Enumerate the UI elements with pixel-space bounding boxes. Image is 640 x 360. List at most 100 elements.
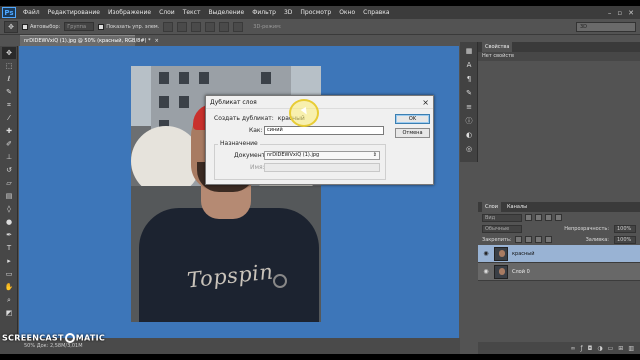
brush-tool-icon[interactable]: ✐	[2, 138, 16, 150]
adjustments-icon[interactable]: ◐	[463, 130, 475, 140]
eraser-tool-icon[interactable]: ▱	[2, 177, 16, 189]
workspace-select[interactable]: 3D	[576, 22, 636, 32]
opacity-field[interactable]: 100%	[614, 224, 636, 233]
path-select-tool-icon[interactable]: ▸	[2, 255, 16, 267]
align-middle-icon[interactable]	[177, 21, 188, 32]
mask-icon[interactable]: ◘	[588, 345, 593, 352]
gradient-tool-icon[interactable]: ▤	[2, 190, 16, 202]
layer-row[interactable]: ◉ красный	[478, 245, 640, 263]
trash-icon[interactable]: ▥	[628, 345, 634, 352]
watermark-record-icon	[64, 333, 75, 343]
quick-select-tool-icon[interactable]: ✎	[2, 86, 16, 98]
tab-channels[interactable]: Каналы	[507, 202, 527, 212]
history-brush-tool-icon[interactable]: ↺	[2, 164, 16, 176]
menu-file[interactable]: Файл	[19, 6, 44, 19]
document-label: Документ:	[234, 152, 268, 159]
menu-filter[interactable]: Фильтр	[248, 6, 280, 19]
menu-3d[interactable]: 3D	[280, 6, 296, 19]
history-icon[interactable]: ▦	[463, 46, 475, 56]
marquee-tool-icon[interactable]: ⬚	[2, 60, 16, 72]
autoselect-target-select[interactable]: Группа	[64, 22, 95, 31]
document-canvas[interactable]: Topspin	[19, 46, 459, 338]
cancel-button[interactable]: Отмена	[395, 128, 430, 138]
menu-layers[interactable]: Слои	[155, 6, 179, 19]
eye-icon[interactable]: ◉	[482, 268, 490, 275]
align-bottom-icon[interactable]	[191, 21, 202, 32]
zoom-tool-icon[interactable]: ⌕	[2, 294, 16, 306]
lock-pixels-icon[interactable]	[524, 236, 532, 243]
blend-mode-select[interactable]: Обычные	[482, 224, 522, 233]
dialog-close-icon[interactable]: ×	[422, 96, 429, 109]
document-tab[interactable]: nrDIDEWVxiQ (1).jpg @ 50% (красный, RGB/…	[20, 35, 159, 46]
chevron-updown-icon: ⇕	[372, 152, 377, 158]
tab-layers[interactable]: Слои	[482, 202, 501, 212]
filter-shape-icon[interactable]	[555, 214, 562, 221]
document-name-input[interactable]	[264, 163, 380, 172]
mode-3d-label: 3D-режим:	[253, 23, 282, 30]
brush-presets-icon[interactable]: ✎	[463, 88, 475, 98]
lock-position-icon[interactable]	[534, 236, 542, 243]
align-left-icon[interactable]	[205, 21, 216, 32]
eyedropper-tool-icon[interactable]: ⁄	[2, 112, 16, 124]
menu-select[interactable]: Выделение	[204, 6, 248, 19]
duplicate-as-row: Как:	[249, 127, 263, 134]
layer-name-input[interactable]: синий	[264, 126, 384, 135]
align-center-icon[interactable]	[219, 21, 230, 32]
close-tab-icon[interactable]: ×	[155, 38, 159, 44]
layer-kind-select[interactable]: Вид	[482, 213, 522, 222]
move-tool-icon[interactable]: ✥	[2, 47, 16, 59]
color-swatches-icon[interactable]: ◩	[2, 307, 16, 319]
photoshop-window: Ps Файл Редактирование Изображение Слои …	[0, 6, 640, 354]
fill-field[interactable]: 100%	[614, 235, 636, 244]
layer-row[interactable]: ◉ Слой 0	[478, 263, 640, 281]
tab-properties[interactable]: Свойства	[482, 42, 513, 52]
crop-tool-icon[interactable]: ⌗	[2, 99, 16, 111]
menu-help[interactable]: Справка	[359, 6, 393, 19]
show-transform-controls-checkbox[interactable]: Показать упр. элем.	[98, 23, 159, 30]
shape-tool-icon[interactable]: ▭	[2, 268, 16, 280]
align-top-icon[interactable]	[163, 21, 174, 32]
info-icon[interactable]: ⓘ	[463, 116, 475, 126]
name-row: Имя:	[250, 164, 265, 171]
menu-view[interactable]: Просмотр	[296, 6, 335, 19]
pen-tool-icon[interactable]: ✒	[2, 229, 16, 241]
lasso-tool-icon[interactable]: ℓ	[2, 73, 16, 85]
filter-pixel-icon[interactable]	[525, 214, 532, 221]
type-tool-icon[interactable]: T	[2, 242, 16, 254]
blur-tool-icon[interactable]: ◊	[2, 203, 16, 215]
character-icon[interactable]: A	[463, 60, 475, 70]
healing-tool-icon[interactable]: ✚	[2, 125, 16, 137]
filter-type-icon[interactable]	[545, 214, 552, 221]
fx-icon[interactable]: ƒ	[581, 345, 583, 352]
close-icon[interactable]: ✕	[628, 9, 634, 17]
document-select[interactable]: nrDIDEWVxiQ (1).jpg ⇕	[264, 151, 380, 160]
stamp-tool-icon[interactable]: ⊥	[2, 151, 16, 163]
lock-transparent-icon[interactable]	[514, 236, 522, 243]
align-right-icon[interactable]	[233, 21, 244, 32]
screencast-watermark: SCREENCAST MATIC	[2, 333, 105, 343]
menu-window[interactable]: Окно	[335, 6, 359, 19]
filter-adjustment-icon[interactable]	[535, 214, 542, 221]
link-icon[interactable]: ∞	[571, 345, 576, 352]
styles-icon[interactable]: ◎	[463, 144, 475, 154]
properties-icon[interactable]: ≡	[463, 102, 475, 112]
hand-tool-icon[interactable]: ✋	[2, 281, 16, 293]
lock-all-icon[interactable]	[544, 236, 552, 243]
paragraph-icon[interactable]: ¶	[463, 74, 475, 84]
autoselect-checkbox[interactable]: Автовыбор:	[22, 23, 60, 30]
minimize-icon[interactable]: –	[608, 9, 612, 17]
ok-button[interactable]: OK	[395, 114, 430, 124]
group-folder-icon[interactable]: ▭	[608, 345, 614, 352]
menu-edit[interactable]: Редактирование	[44, 6, 104, 19]
maximize-icon[interactable]: ▫	[617, 9, 622, 17]
menu-image[interactable]: Изображение	[104, 6, 155, 19]
adjustment-layer-icon[interactable]: ◑	[597, 345, 602, 352]
dodge-tool-icon[interactable]: ●	[2, 216, 16, 228]
menu-type[interactable]: Текст	[179, 6, 205, 19]
move-tool-icon[interactable]: ✥	[4, 20, 18, 33]
eye-icon[interactable]: ◉	[482, 250, 490, 257]
dialog-title-bar: Дубликат слоя ×	[206, 96, 433, 109]
checkbox-icon	[22, 23, 28, 30]
new-layer-icon[interactable]: ⊞	[618, 345, 623, 352]
blend-row: Обычные Непрозрачность: 100%	[478, 223, 640, 234]
